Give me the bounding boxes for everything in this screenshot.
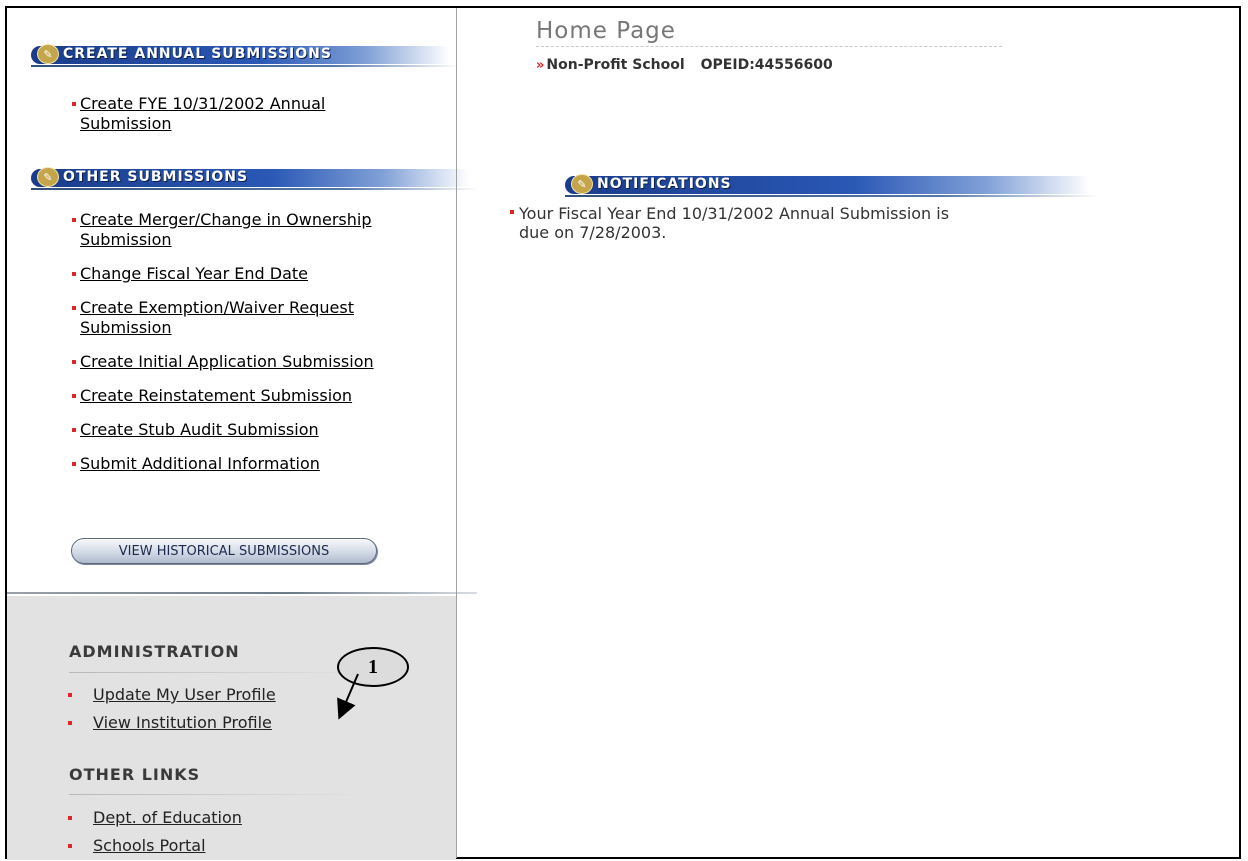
view-institution-profile-link[interactable]: View Institution Profile — [93, 713, 272, 732]
heading-rule — [69, 794, 364, 795]
create-stub-audit-link[interactable]: Create Stub Audit Submission — [80, 420, 319, 439]
bullet-icon — [72, 428, 76, 432]
change-fiscal-year-end-link[interactable]: Change Fiscal Year End Date — [80, 264, 308, 283]
other-links-list: Dept. of Education Schools Portal — [68, 808, 393, 856]
title-rule — [536, 46, 1002, 48]
school-info: » Non-Profit School OPEID:44556600 — [536, 57, 833, 73]
bullet-icon — [72, 218, 76, 222]
bullet-icon — [72, 306, 76, 310]
list-item: Create Initial Application Submission — [72, 352, 430, 372]
list-item: Create Exemption/Waiver Request Submissi… — [72, 298, 430, 338]
pencil-badge-icon: ✎ — [571, 174, 593, 194]
bullet-icon — [510, 210, 514, 214]
bullet-icon — [68, 816, 72, 820]
bullet-icon — [72, 272, 76, 276]
dept-of-education-link[interactable]: Dept. of Education — [93, 808, 242, 827]
list-item: Create Reinstatement Submission — [72, 386, 430, 406]
list-item: Submit Additional Information — [72, 454, 430, 474]
list-item: Create FYE 10/31/2002 Annual Submission — [72, 94, 420, 134]
list-item: Create Merger/Change in Ownership Submis… — [72, 210, 430, 250]
column-divider — [456, 8, 457, 858]
other-submissions-title: OTHER SUBMISSIONS — [63, 169, 249, 185]
notification-message: Your Fiscal Year End 10/31/2002 Annual S… — [510, 204, 979, 242]
list-item: Dept. of Education — [68, 808, 393, 828]
create-annual-submission-link[interactable]: Create FYE 10/31/2002 Annual Submission — [80, 94, 325, 133]
bullet-icon — [68, 693, 72, 697]
notifications-title: NOTIFICATIONS — [597, 176, 732, 192]
bullet-icon — [72, 462, 76, 466]
list-item: Schools Portal — [68, 836, 393, 856]
sidebar-divider — [7, 592, 477, 594]
schools-portal-link[interactable]: Schools Portal — [93, 836, 206, 855]
header-underline — [565, 195, 1100, 197]
callout-arrow — [337, 673, 359, 720]
other-submissions-header: ✎ OTHER SUBMISSIONS — [31, 167, 479, 190]
bullet-icon — [72, 394, 76, 398]
annual-submissions-header: ✎ CREATE ANNUAL SUBMISSIONS — [31, 44, 459, 67]
administration-heading: ADMINISTRATION — [69, 642, 240, 661]
list-item: Create Stub Audit Submission — [72, 420, 430, 440]
notification-text: Your Fiscal Year End 10/31/2002 Annual S… — [519, 204, 950, 242]
submit-additional-info-link[interactable]: Submit Additional Information — [80, 454, 320, 473]
create-merger-submission-link[interactable]: Create Merger/Change in Ownership Submis… — [80, 210, 372, 249]
other-submissions-list: Create Merger/Change in Ownership Submis… — [72, 210, 430, 474]
create-exemption-waiver-link[interactable]: Create Exemption/Waiver Request Submissi… — [80, 298, 354, 337]
create-reinstatement-link[interactable]: Create Reinstatement Submission — [80, 386, 352, 405]
annual-submissions-title: CREATE ANNUAL SUBMISSIONS — [63, 46, 332, 62]
bullet-icon — [72, 360, 76, 364]
header-underline — [31, 188, 479, 190]
left-sidebar: ✎ CREATE ANNUAL SUBMISSIONS Create FYE 1… — [7, 8, 479, 860]
school-opeid: OPEID:44556600 — [700, 57, 833, 73]
annual-submissions-list: Create FYE 10/31/2002 Annual Submission — [72, 94, 420, 134]
view-historical-submissions-button[interactable]: VIEW HISTORICAL SUBMISSIONS — [71, 538, 377, 564]
bullet-icon — [68, 844, 72, 848]
bullet-icon — [68, 721, 72, 725]
double-chevron-right-icon: » — [536, 57, 545, 73]
pencil-badge-icon: ✎ — [37, 167, 59, 187]
header-underline — [31, 65, 459, 67]
update-user-profile-link[interactable]: Update My User Profile — [93, 685, 276, 704]
create-initial-application-link[interactable]: Create Initial Application Submission — [80, 352, 374, 371]
pencil-badge-icon: ✎ — [37, 44, 59, 64]
page-title: Home Page — [536, 18, 676, 44]
other-links-heading: OTHER LINKS — [69, 765, 201, 784]
list-item: Change Fiscal Year End Date — [72, 264, 430, 284]
school-name: Non-Profit School — [546, 57, 685, 73]
notifications-header: ✎ NOTIFICATIONS — [545, 174, 1100, 197]
bullet-icon — [72, 102, 76, 106]
